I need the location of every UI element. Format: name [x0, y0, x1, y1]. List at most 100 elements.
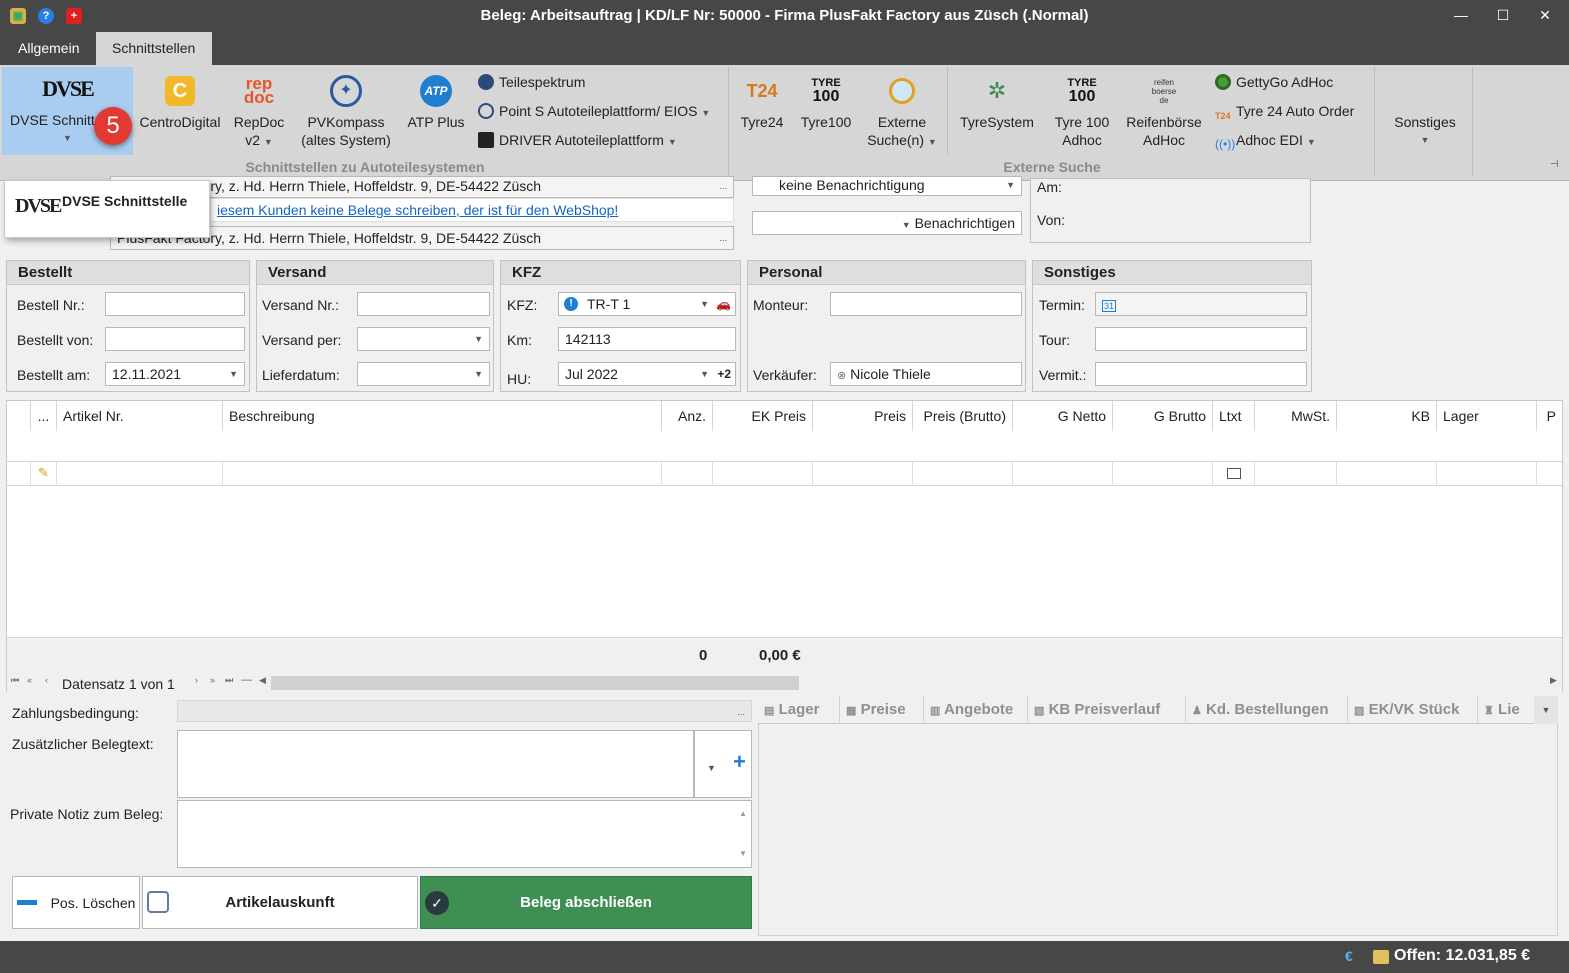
reifenboerse-icon: reifen boerse de [1151, 77, 1177, 105]
tyre24-auto-order-button[interactable]: T24 Tyre 24 Auto Order [1215, 99, 1354, 123]
tab-preise[interactable]: ▦ Preise [840, 696, 924, 724]
km-input[interactable]: 142113 [558, 327, 736, 351]
externe-suche-button[interactable]: Externe Suche(n) ▼ [862, 69, 942, 151]
nav-prev-icon[interactable]: ‹ [45, 675, 48, 685]
private-notiz-textarea[interactable]: ▲ ▼ [177, 800, 752, 868]
zahlungsbedingung-select[interactable]: ... [177, 700, 752, 722]
compass-icon: ✦ [294, 69, 398, 113]
column-header[interactable]: Preis (Brutto) [913, 401, 1013, 431]
column-header[interactable]: Anz. [662, 401, 713, 431]
tab-lieferanten[interactable]: ♜ Lie [1478, 696, 1532, 724]
versand-nr-input[interactable] [357, 292, 490, 316]
horizontal-scrollbar[interactable] [271, 676, 799, 690]
tyre100-adhoc-button[interactable]: TYRE 100 Tyre 100 Adhoc [1046, 69, 1118, 149]
column-header[interactable]: Preis [813, 401, 913, 431]
gettygo-button[interactable]: GettyGo AdHoc [1215, 70, 1333, 94]
column-header[interactable]: Artikel Nr. [57, 401, 223, 431]
close-icon[interactable]: ✕ [1534, 5, 1556, 25]
column-header[interactable]: KB [1337, 401, 1437, 431]
bestell-nr-input[interactable] [105, 292, 245, 316]
tab-ekvk-stueck[interactable]: ▨ EK/VK Stück [1348, 696, 1478, 724]
table-row[interactable]: ✎ [7, 431, 1562, 486]
scroll-left-icon[interactable]: ◀ [259, 675, 266, 686]
pos-loeschen-button[interactable]: Pos. Löschen [12, 876, 140, 929]
column-header[interactable]: G Brutto [1113, 401, 1213, 431]
maximize-icon[interactable]: ☐ [1492, 5, 1514, 25]
adhoc-edi-button[interactable]: ((•))Adhoc EDI ▼ [1215, 128, 1316, 152]
artikelauskunft-button[interactable]: Artikelauskunft [142, 876, 418, 929]
pencil-icon: ✎ [38, 465, 49, 480]
nav-next-icon[interactable]: › [195, 675, 198, 685]
reifenboerse-button[interactable]: reifen boerse de Reifenbörse AdHoc [1122, 69, 1206, 149]
hu-date[interactable]: Jul 2022 ▼ +2 [558, 362, 736, 386]
termin-date[interactable]: 31 [1095, 292, 1307, 316]
verkaeufer-input[interactable]: ⊗ Nicole Thiele [830, 362, 1022, 386]
webshop-warning-link[interactable]: iesem Kunden keine Belege schreiben, der… [210, 198, 734, 222]
versand-per-select[interactable]: ▼ [357, 327, 490, 351]
nav-next-page-icon[interactable]: » [210, 675, 215, 685]
centrodigital-button[interactable]: C CentroDigital [136, 69, 224, 131]
dvse-schnittstelle-menu-item[interactable]: DVSE DVSE Schnittstelle [5, 181, 209, 237]
chevron-down-icon[interactable]: ▼ [707, 757, 716, 779]
positions-grid: ... Artikel Nr. Beschreibung Anz. EK Pre… [6, 400, 1563, 693]
window-title: Beleg: Arbeitsauftrag | KD/LF Nr: 50000 … [480, 7, 1089, 24]
atp-plus-button[interactable]: ATP ATP Plus [402, 69, 470, 131]
sonstiges-button[interactable]: Sonstiges ▼ [1380, 113, 1470, 149]
teilespektrum-button[interactable]: Teilespektrum [478, 70, 585, 94]
tyresystem-button[interactable]: ✲ TyreSystem [952, 69, 1042, 131]
bestellt-von-input[interactable] [105, 327, 245, 351]
add-icon[interactable]: + [733, 751, 746, 773]
minimize-icon[interactable]: — [1450, 5, 1472, 25]
hu-plus2-button[interactable]: +2 [717, 363, 731, 385]
vermit-input[interactable] [1095, 362, 1307, 386]
column-header[interactable]: G Netto [1013, 401, 1113, 431]
column-header[interactable]: Lager [1437, 401, 1537, 431]
column-header[interactable]: MwSt. [1255, 401, 1337, 431]
lieferdatum-date[interactable]: ▼ [357, 362, 490, 386]
clear-icon[interactable]: ⊗ [837, 370, 846, 382]
notification-select[interactable]: keine Benachrichtigung ▼ [752, 176, 1022, 196]
monteur-input[interactable] [830, 292, 1022, 316]
chart-icon: ▧ [1034, 705, 1045, 717]
driver-button[interactable]: DRIVER Autoteileplattform ▼ [478, 128, 677, 152]
tab-angebote[interactable]: ▥ Angebote [924, 696, 1028, 724]
beleg-abschliessen-button[interactable]: ✓ Beleg abschließen [420, 876, 752, 929]
nav-first-icon[interactable]: ⏮ [11, 675, 19, 686]
pin-icon[interactable]: ⊣ [1550, 159, 1559, 170]
dvse-dropdown-menu: DVSE DVSE Schnittstelle [4, 180, 210, 238]
tyre24-button[interactable]: T24 Tyre24 [734, 69, 790, 131]
preise-icon: ▦ [846, 705, 857, 717]
calendar-icon[interactable]: 31 [1102, 300, 1117, 312]
step-badge: 5 [94, 107, 132, 145]
kfz-select[interactable]: ! TR-T 1 ▼ 🚗 [558, 292, 736, 316]
nav-last-icon[interactable]: ⏭ [225, 675, 233, 686]
tour-input[interactable] [1095, 327, 1307, 351]
nav-delete-icon[interactable]: — [241, 674, 252, 686]
point-s-icon [478, 103, 494, 119]
tab-lager[interactable]: ▤ Lager [758, 696, 840, 724]
scroll-down-icon[interactable]: ▼ [739, 843, 747, 865]
note-icon[interactable] [1226, 468, 1241, 479]
column-header[interactable]: Beschreibung [223, 401, 662, 431]
column-header[interactable]: EK Preis [713, 401, 813, 431]
pvkompass-button[interactable]: ✦ PVKompass (altes System) [294, 69, 398, 149]
tab-allgemein[interactable]: Allgemein [2, 32, 95, 65]
tyre100-button[interactable]: TYRE 100 Tyre100 [794, 69, 858, 131]
chevron-down-icon[interactable]: ▼ [1534, 696, 1558, 724]
car-icon[interactable]: 🚗 [716, 293, 731, 315]
column-header[interactable]: Ltxt [1213, 401, 1255, 431]
column-header[interactable]: ... [31, 401, 57, 431]
scroll-right-icon[interactable]: ▶ [1550, 675, 1557, 686]
repdoc-button[interactable]: rep doc RepDoc v2 ▼ [228, 69, 290, 151]
zusatz-belegtext-textarea[interactable] [177, 730, 694, 798]
tab-schnittstellen[interactable]: Schnittstellen [96, 32, 212, 65]
tab-kd-bestellungen[interactable]: ♟ Kd. Bestellungen [1186, 696, 1348, 724]
bestellt-am-date[interactable]: 12.11.2021 ▼ [105, 362, 245, 386]
bestellt-panel: Bestellt Bestell Nr.: Bestellt von: Best… [6, 260, 250, 392]
scroll-up-icon[interactable]: ▲ [739, 803, 747, 825]
tab-kb-preisverlauf[interactable]: ▧ KB Preisverlauf [1028, 696, 1186, 724]
benachrichtigen-button[interactable]: ▼ Benachrichtigen [752, 211, 1022, 235]
column-header[interactable]: P [1537, 401, 1562, 431]
point-s-button[interactable]: Point S Autoteileplattform/ EIOS ▼ [478, 99, 710, 123]
nav-prev-page-icon[interactable]: « [27, 675, 32, 685]
